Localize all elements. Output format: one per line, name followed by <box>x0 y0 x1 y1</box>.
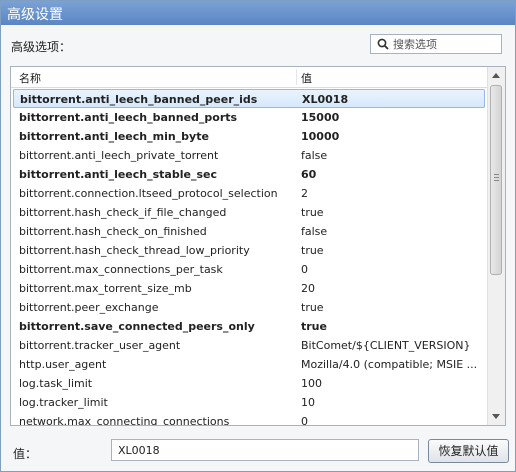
option-name: bittorrent.connection.ltseed_protocol_se… <box>19 187 278 200</box>
option-value: 0 <box>301 263 308 276</box>
options-list: 名称 值 bittorrent.anti_leech_banned_peer_i… <box>10 66 506 426</box>
restore-default-button[interactable]: 恢复默认值 <box>428 439 509 463</box>
column-divider[interactable] <box>296 69 297 85</box>
option-name: bittorrent.anti_leech_private_torrent <box>19 149 219 162</box>
table-row[interactable]: bittorrent.tracker_user_agent BitComet/${… <box>11 336 487 355</box>
table-row[interactable]: bittorrent.anti_leech_banned_peer_ids XL0… <box>13 89 485 108</box>
search-box[interactable] <box>370 34 502 54</box>
value-field[interactable] <box>111 439 419 461</box>
option-name: bittorrent.anti_leech_stable_sec <box>19 168 217 181</box>
option-value: true <box>301 301 324 314</box>
table-row[interactable]: bittorrent.max_connections_per_task 0 <box>11 260 487 279</box>
option-value: 2 <box>301 187 308 200</box>
column-header-value[interactable]: 值 <box>301 70 312 86</box>
option-value: 20 <box>301 282 315 295</box>
table-row[interactable]: log.tracker_limit 10 <box>11 393 487 412</box>
search-input[interactable] <box>393 35 499 53</box>
column-header-name[interactable]: 名称 <box>19 70 41 86</box>
table-row[interactable]: bittorrent.peer_exchange true <box>11 298 487 317</box>
option-value: Mozilla/4.0 (compatible; MSIE ... <box>301 358 478 371</box>
option-value: true <box>301 320 327 333</box>
option-value: BitComet/${CLIENT_VERSION} <box>301 339 471 352</box>
search-icon <box>377 38 389 50</box>
option-name: log.tracker_limit <box>19 396 108 409</box>
option-value: XL0018 <box>302 93 349 106</box>
vertical-scrollbar[interactable] <box>487 67 505 425</box>
option-value: true <box>301 244 324 257</box>
list-header: 名称 值 <box>11 67 487 88</box>
option-name: bittorrent.max_connections_per_task <box>19 263 223 276</box>
title-bar[interactable]: 高级设置 <box>1 1 515 25</box>
option-value: 100 <box>301 377 322 390</box>
option-name: bittorrent.anti_leech_banned_ports <box>19 111 238 124</box>
grip-line <box>494 177 499 178</box>
table-row[interactable]: bittorrent.hash_check_on_finished false <box>11 222 487 241</box>
table-row[interactable]: bittorrent.anti_leech_stable_sec 60 <box>11 165 487 184</box>
scroll-up-arrow-icon[interactable] <box>492 73 500 78</box>
table-row[interactable]: bittorrent.hash_check_if_file_changed tru… <box>11 203 487 222</box>
grip-line <box>494 180 499 181</box>
option-name: log.task_limit <box>19 377 93 390</box>
option-value: 15000 <box>301 111 340 124</box>
option-name: bittorrent.max_torrent_size_mb <box>19 282 192 295</box>
table-row[interactable]: bittorrent.connection.ltseed_protocol_se… <box>11 184 487 203</box>
table-row[interactable]: bittorrent.anti_leech_private_torrent fal… <box>11 146 487 165</box>
value-input[interactable] <box>118 442 408 458</box>
grip-line <box>494 174 499 175</box>
option-name: bittorrent.save_connected_peers_only <box>19 320 255 333</box>
window-title: 高级设置 <box>7 7 63 23</box>
option-value: 10000 <box>301 130 340 143</box>
advanced-settings-window: 高级设置 高级选项： 名称 值 bittorrent.anti_leech_ba… <box>0 0 516 472</box>
option-name: bittorrent.hash_check_on_finished <box>19 225 207 238</box>
table-row[interactable]: network.max_connecting_connections 0 <box>11 412 487 426</box>
option-value: true <box>301 206 324 219</box>
table-row[interactable]: bittorrent.save_connected_peers_only true <box>11 317 487 336</box>
scroll-down-arrow-icon[interactable] <box>492 414 500 419</box>
table-row[interactable]: bittorrent.anti_leech_banned_ports 15000 <box>11 108 487 127</box>
option-value: 10 <box>301 396 315 409</box>
option-name: bittorrent.peer_exchange <box>19 301 159 314</box>
list-rows: bittorrent.anti_leech_banned_peer_ids XL0… <box>11 89 487 426</box>
advanced-options-label: 高级选项： <box>11 40 72 54</box>
value-label: 值： <box>13 447 38 461</box>
option-name: bittorrent.tracker_user_agent <box>19 339 181 352</box>
scrollbar-thumb[interactable] <box>490 85 502 275</box>
option-value: false <box>301 149 328 162</box>
table-row[interactable]: bittorrent.anti_leech_min_byte 10000 <box>11 127 487 146</box>
option-name: http.user_agent <box>19 358 107 371</box>
table-row[interactable]: bittorrent.max_torrent_size_mb 20 <box>11 279 487 298</box>
option-value: 60 <box>301 168 317 181</box>
table-row[interactable]: log.task_limit 100 <box>11 374 487 393</box>
option-value: false <box>301 225 328 238</box>
option-name: bittorrent.anti_leech_banned_peer_ids <box>20 93 258 106</box>
option-name: bittorrent.anti_leech_min_byte <box>19 130 209 143</box>
option-name: bittorrent.hash_check_if_file_changed <box>19 206 227 219</box>
option-name: bittorrent.hash_check_thread_low_priorit… <box>19 244 250 257</box>
table-row[interactable]: http.user_agent Mozilla/4.0 (compatible; … <box>11 355 487 374</box>
option-value: 0 <box>301 415 308 426</box>
table-row[interactable]: bittorrent.hash_check_thread_low_priorit… <box>11 241 487 260</box>
option-name: network.max_connecting_connections <box>19 415 230 426</box>
